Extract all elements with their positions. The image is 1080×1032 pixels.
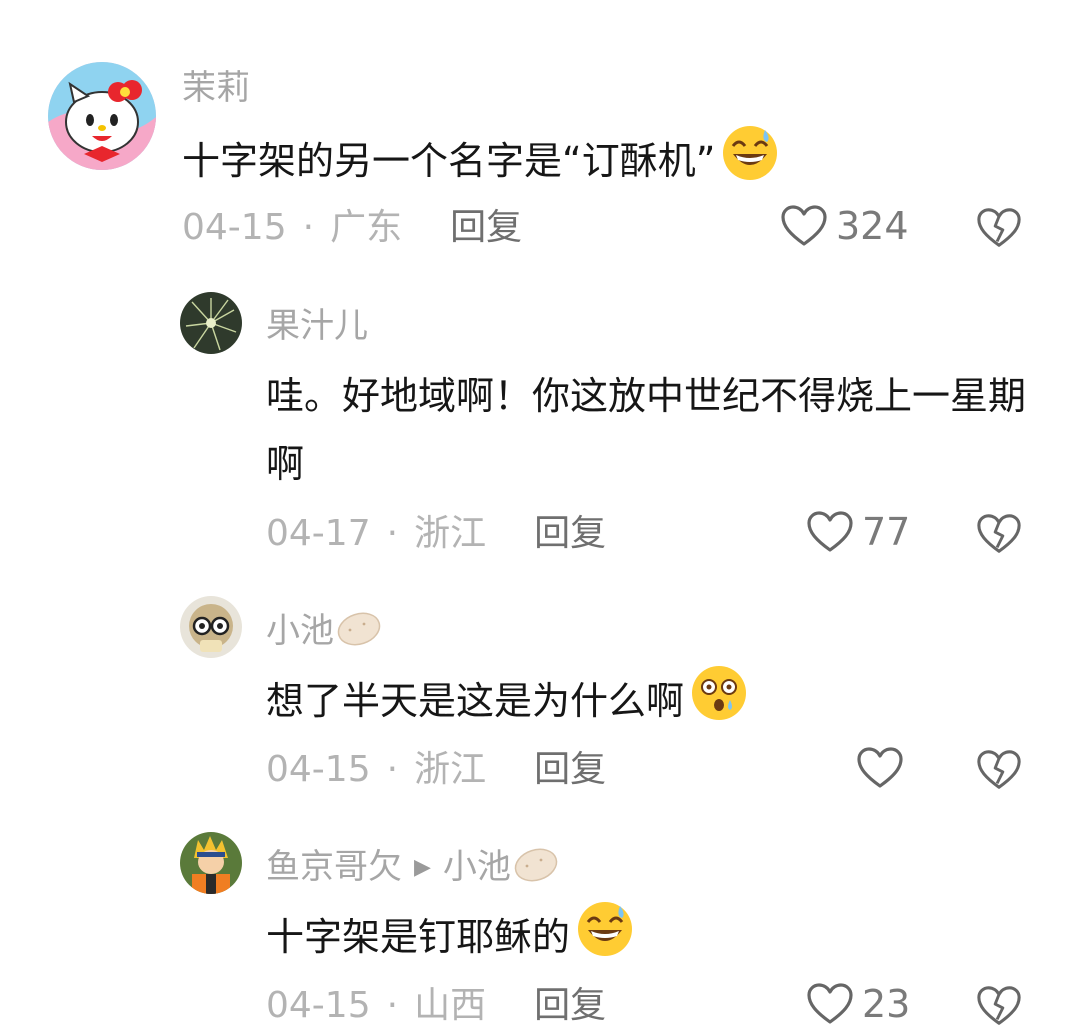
broken-heart-icon xyxy=(977,986,1021,1025)
like-button[interactable]: 23 xyxy=(806,982,910,1026)
comment-location: 浙江 xyxy=(414,749,487,790)
comment-meta: 04-17 · 浙江 回复 xyxy=(266,512,606,556)
username-text: 鱼京哥欠 xyxy=(266,847,402,887)
meta-separator: · xyxy=(302,207,315,248)
comment-location: 广东 xyxy=(330,207,403,248)
like-button[interactable]: 324 xyxy=(780,204,909,248)
heart-icon xyxy=(857,747,903,788)
grinning-sweat-emoji-icon xyxy=(723,126,778,180)
fireworks-avatar-icon xyxy=(180,292,242,354)
reply-button[interactable]: 回复 xyxy=(534,513,606,554)
like-count: 324 xyxy=(836,204,909,248)
reply-button[interactable]: 回复 xyxy=(534,749,606,790)
comment-username[interactable]: 果汁儿 xyxy=(266,306,368,346)
comment-location: 山西 xyxy=(414,985,487,1026)
heart-icon xyxy=(807,511,853,552)
comment-text-content: 十字架的另一个名字是“订酥机” xyxy=(182,139,716,183)
comment-text-content: 十字架是钉耶稣的 xyxy=(266,915,571,959)
comment-username[interactable]: 茉莉 xyxy=(182,68,250,108)
potato-icon xyxy=(337,612,381,646)
like-count: 77 xyxy=(862,510,911,554)
naruto-avatar-icon xyxy=(180,832,242,894)
potato-icon xyxy=(514,848,558,882)
comment-username[interactable]: 小池 xyxy=(266,610,382,651)
comment-meta: 04-15 · 浙江 回复 xyxy=(266,748,606,792)
broken-heart-icon xyxy=(977,750,1021,789)
comment-text-content: 想了半天是这是为什么啊 xyxy=(266,679,685,723)
heart-icon xyxy=(807,983,853,1024)
comment-date: 04-17 xyxy=(266,513,371,554)
grinning-sweat-emoji-icon xyxy=(578,902,633,956)
dislike-button[interactable] xyxy=(976,748,1022,796)
like-button[interactable]: 77 xyxy=(806,510,910,554)
reply-button[interactable]: 回复 xyxy=(450,207,522,248)
avatar[interactable] xyxy=(180,596,242,658)
username-text: 小池 xyxy=(266,611,334,651)
dislike-button[interactable] xyxy=(976,984,1022,1032)
comment-location: 浙江 xyxy=(414,513,487,554)
comment-date: 04-15 xyxy=(182,207,287,248)
comment-date: 04-15 xyxy=(266,749,371,790)
avatar[interactable] xyxy=(180,292,242,354)
comment-username[interactable]: 鱼京哥欠 ▶ 小池 xyxy=(266,846,559,888)
meta-separator: · xyxy=(386,513,399,554)
reply-button[interactable]: 回复 xyxy=(534,985,606,1026)
comment-date: 04-15 xyxy=(266,985,371,1026)
comment-meta: 04-15 · 山西 回复 xyxy=(266,984,606,1028)
comment-text: 十字架的另一个名字是“订酥机” xyxy=(182,124,1042,195)
like-count: 23 xyxy=(862,982,911,1026)
broken-heart-icon xyxy=(977,514,1021,553)
reply-arrow-icon: ▶ xyxy=(414,855,431,880)
dislike-button[interactable] xyxy=(976,512,1022,560)
reply-to-username[interactable]: 小池 xyxy=(443,847,511,887)
comment-text: 哇。好地域啊！你这放中世纪不得烧上一星期啊 xyxy=(266,374,1027,486)
like-button[interactable] xyxy=(856,746,904,790)
dislike-button[interactable] xyxy=(976,206,1022,254)
meta-separator: · xyxy=(386,749,399,790)
glasses-character-avatar-icon xyxy=(180,596,242,658)
meta-separator: · xyxy=(386,985,399,1026)
avatar[interactable] xyxy=(180,832,242,894)
hello-kitty-avatar-icon xyxy=(48,62,156,170)
heart-icon xyxy=(781,205,827,246)
avatar[interactable] xyxy=(48,62,156,170)
dizzy-face-emoji-icon xyxy=(692,666,747,720)
broken-heart-icon xyxy=(977,208,1021,247)
comment-text: 十字架是钉耶稣的 xyxy=(266,900,1046,971)
comment-meta: 04-15 · 广东 回复 xyxy=(182,206,522,250)
comment-text: 想了半天是这是为什么啊 xyxy=(266,664,1046,735)
